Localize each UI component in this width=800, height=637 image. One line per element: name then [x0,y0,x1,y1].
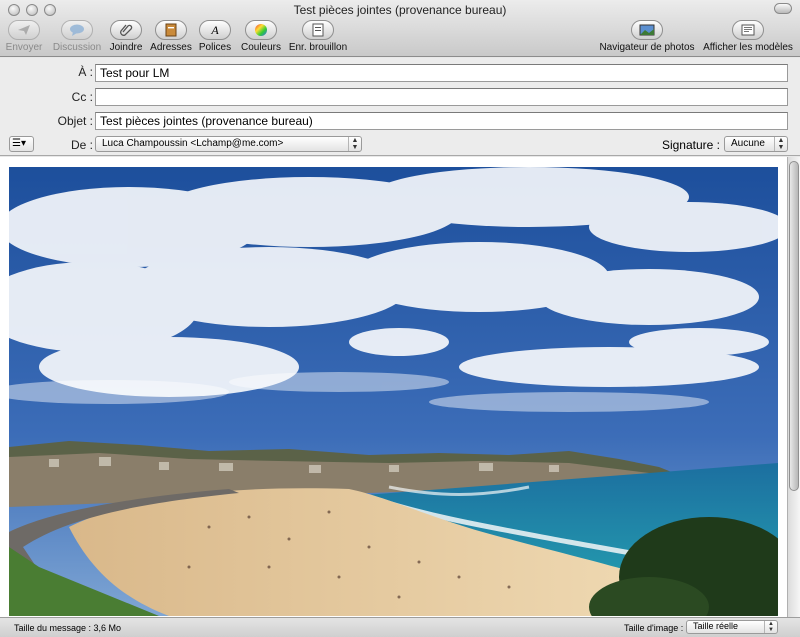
toolbar-toggle-button[interactable] [774,3,792,14]
from-popup[interactable]: Luca Champoussin <Lchamp@me.com> ▲ ▼ [95,136,362,152]
from-value: Luca Champoussin <Lchamp@me.com> [102,138,284,149]
image-size-label: Taille d'image : [624,623,684,633]
to-field[interactable]: Test pour LM [95,64,788,82]
signature-label: Signature : [661,138,720,152]
photo-icon [631,20,663,40]
updown-arrows-icon: ▲ ▼ [764,621,777,633]
address-button[interactable]: Adresses [150,20,192,53]
scrollbar-thumb[interactable] [789,161,799,491]
send-button[interactable]: Envoyer [4,20,44,53]
draft-page-icon [302,20,334,40]
status-bar: Taille du message : 3,6 Mo Taille d'imag… [0,617,800,637]
subject-label: Objet : [57,114,93,128]
vertical-scrollbar[interactable] [787,157,800,617]
signature-value: Aucune [731,138,765,149]
header-options-button[interactable]: ☰▾ [9,136,34,152]
font-letter-icon: A [199,20,231,40]
templates-icon [732,20,764,40]
paperclip-icon [110,20,142,40]
message-header: À : Test pour LM Cc : Objet : Test pièce… [0,58,800,156]
compose-window: Test pièces jointes (provenance bureau) … [0,0,800,637]
colors-button[interactable]: Couleurs [238,20,284,53]
image-size-value: Taille réelle [693,621,739,631]
address-book-icon [155,20,187,40]
updown-arrows-icon: ▲ ▼ [774,137,787,151]
photo-browser-button[interactable]: Navigateur de photos [598,20,696,53]
message-body[interactable] [0,157,787,617]
from-label: De : [70,138,93,152]
message-size-text: Taille du message : 3,6 Mo [14,623,122,633]
send-icon [8,20,40,40]
show-templates-button[interactable]: Afficher les modèles [700,20,796,53]
cc-field[interactable] [95,88,788,106]
to-label: À : [78,65,93,79]
attached-photo[interactable] [9,167,778,616]
subject-field[interactable]: Test pièces jointes (provenance bureau) [95,112,788,130]
list-icon: ☰▾ [12,138,26,149]
image-size-popup[interactable]: Taille réelle ▲ ▼ [686,620,778,634]
attach-button[interactable]: Joindre [106,20,146,53]
chat-bubble-icon [61,20,93,40]
color-wheel-icon [245,20,277,40]
save-draft-button[interactable]: Enr. brouillon [286,20,350,53]
cc-label: Cc : [71,90,93,104]
window-title: Test pièces jointes (provenance bureau) [293,3,507,17]
toolbar: Test pièces jointes (provenance bureau) … [0,0,800,57]
fonts-button[interactable]: A Polices [196,20,234,53]
signature-popup[interactable]: Aucune ▲ ▼ [724,136,788,152]
chat-button[interactable]: Discussion [50,20,104,53]
updown-arrows-icon: ▲ ▼ [348,137,361,151]
